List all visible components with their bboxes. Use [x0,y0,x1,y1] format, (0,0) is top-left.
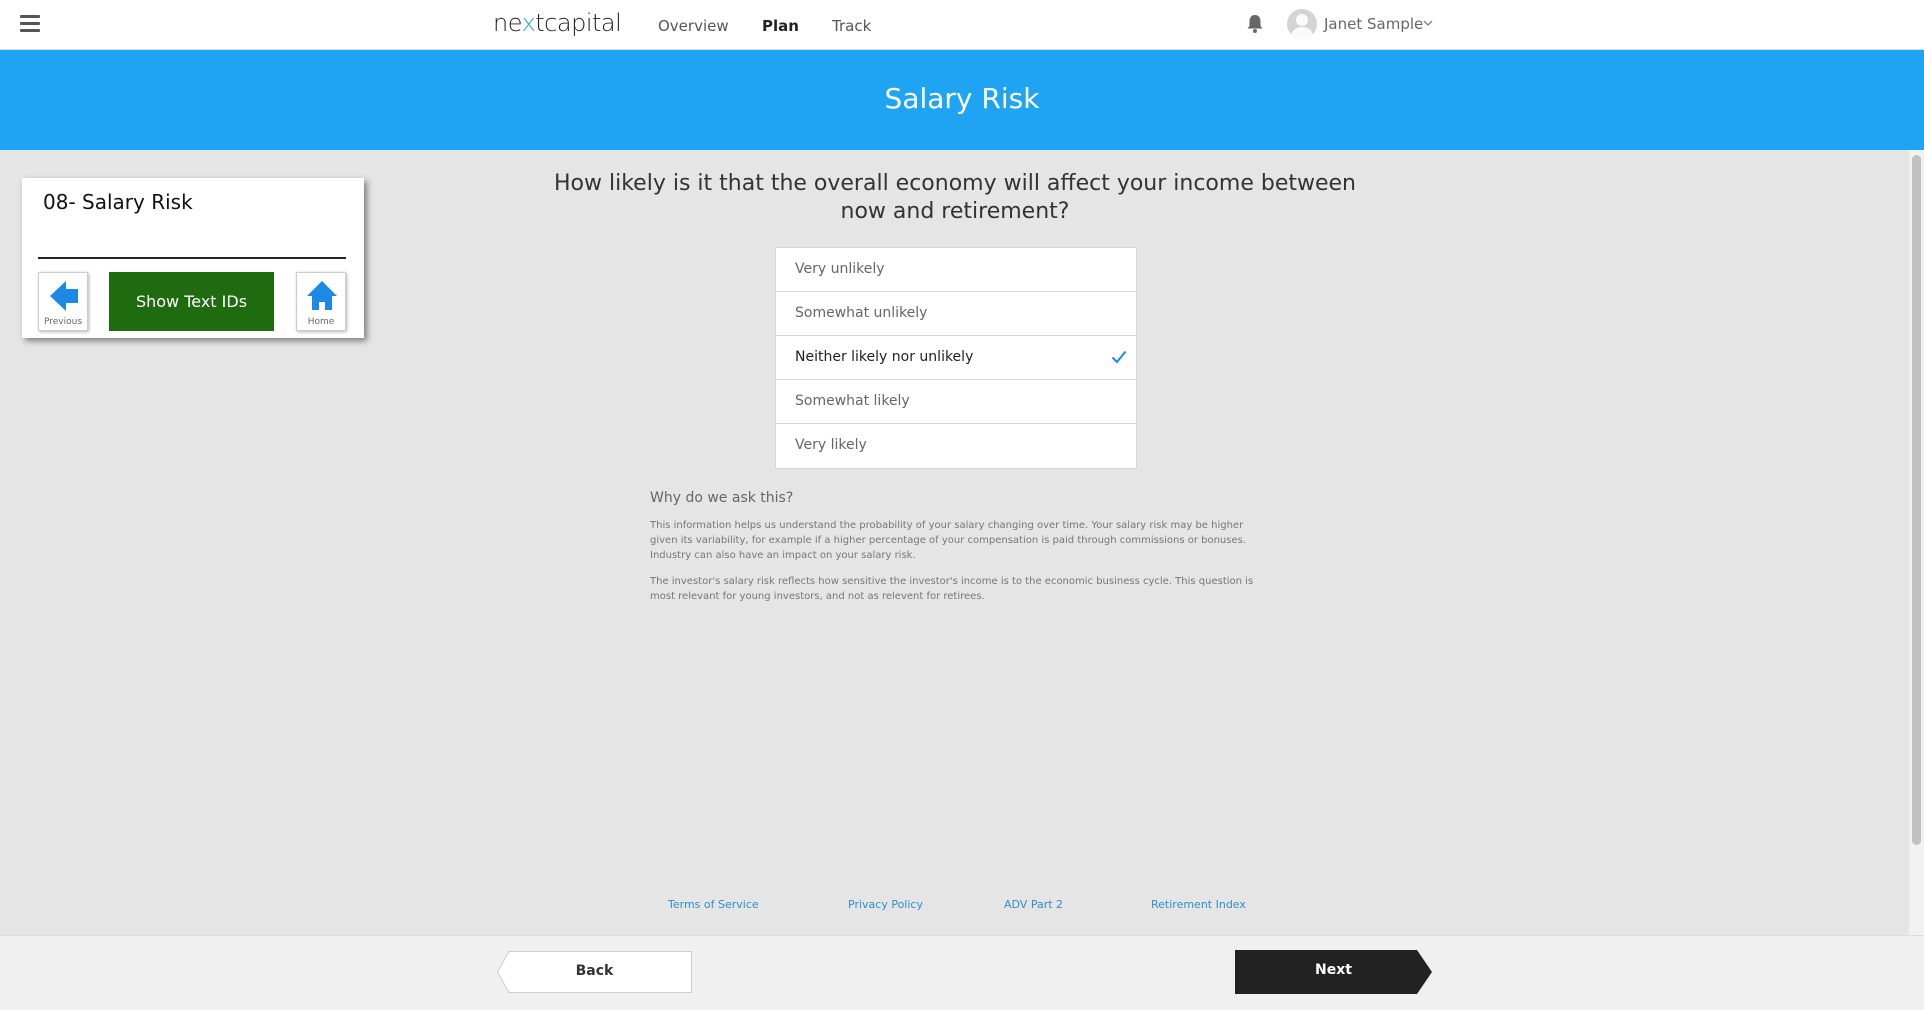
next-button[interactable]: Next [1235,950,1432,994]
option-neither[interactable]: Neither likely nor unlikely [776,336,1136,380]
next-label: Next [1315,962,1352,978]
page-header: Salary Risk [0,50,1924,150]
scrollbar-thumb[interactable] [1912,155,1921,845]
test-panel: 08- Salary Risk Previous Show Text IDs H… [22,178,364,338]
option-label: Very unlikely [795,261,885,277]
retirement-index-link[interactable]: Retirement Index [1151,898,1246,911]
panel-title: 08- Salary Risk [43,190,193,214]
previous-label: Previous [43,317,83,327]
show-text-ids-button[interactable]: Show Text IDs [109,272,274,331]
panel-divider [38,257,346,259]
back-button[interactable]: Back [497,951,692,993]
home-icon [307,281,337,310]
home-label: Home [307,317,335,327]
why-title: Why do we ask this? [650,490,794,506]
answer-options: Very unlikely Somewhat unlikely Neither … [775,247,1137,469]
nav-track[interactable]: Track [832,17,871,35]
bottom-bar [0,935,1924,1010]
home-button[interactable]: Home [296,272,346,331]
arrow-left-icon [50,281,78,311]
checkmark-icon [1111,350,1127,364]
option-very-likely[interactable]: Very likely [776,424,1136,468]
option-very-unlikely[interactable]: Very unlikely [776,248,1136,292]
page-title: Salary Risk [884,82,1040,115]
privacy-policy-link[interactable]: Privacy Policy [848,898,923,911]
adv-part-2-link[interactable]: ADV Part 2 [1004,898,1063,911]
previous-button[interactable]: Previous [38,272,88,331]
back-label: Back [575,963,614,979]
bell-icon[interactable] [1246,14,1264,34]
terms-of-service-link[interactable]: Terms of Service [668,898,759,911]
nextcapital-logo[interactable]: nextcapital [493,9,622,37]
top-nav: nextcapital Overview Plan Track Janet Sa… [0,0,1924,50]
why-paragraph-1: This information helps us understand the… [650,520,1247,561]
hamburger-icon[interactable] [20,15,40,33]
nav-plan[interactable]: Plan [762,17,799,35]
option-label: Very likely [795,437,867,453]
user-name[interactable]: Janet Sample [1324,15,1423,33]
nav-overview[interactable]: Overview [658,17,729,35]
option-label: Somewhat unlikely [795,305,928,321]
option-somewhat-unlikely[interactable]: Somewhat unlikely [776,292,1136,336]
why-paragraph-2: The investor's salary risk reflects how … [650,576,1254,602]
option-label: Somewhat likely [795,393,910,409]
question-text: How likely is it that the overall econom… [554,171,1356,224]
user-avatar-icon[interactable] [1287,9,1317,39]
option-somewhat-likely[interactable]: Somewhat likely [776,380,1136,424]
chevron-down-icon[interactable] [1421,16,1435,30]
option-label: Neither likely nor unlikely [795,349,974,365]
